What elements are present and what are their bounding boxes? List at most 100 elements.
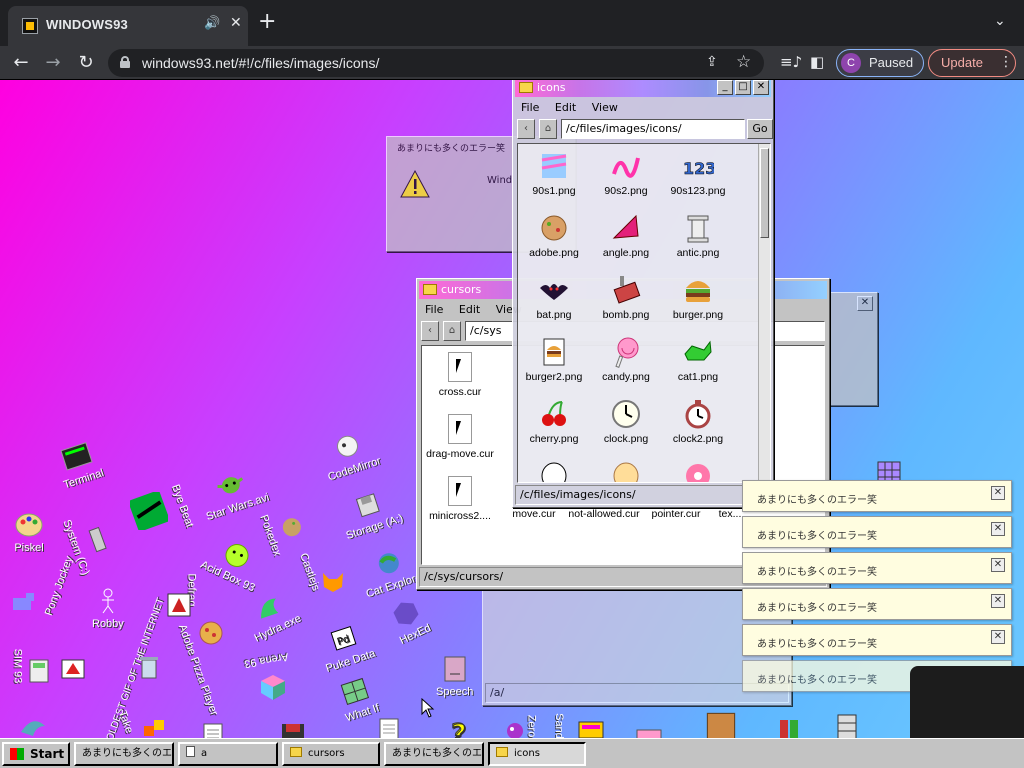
desktop-icon-recycle[interactable] <box>134 652 164 684</box>
file-item[interactable]: antic.png <box>662 212 734 259</box>
desktop-icon-pony[interactable] <box>8 588 38 620</box>
desktop-icon-mario[interactable] <box>774 714 804 738</box>
desktop-icon-doom-box[interactable] <box>704 710 738 738</box>
url-text[interactable]: windows93.net/#!/c/files/images/icons/ <box>142 55 379 71</box>
desktop-icon-acid-box[interactable]: Acid Box 93 <box>198 530 270 594</box>
file-item[interactable]: pointer.cur <box>640 508 712 520</box>
file-item[interactable] <box>678 458 718 482</box>
audio-playing-icon[interactable]: 🔊 <box>204 16 220 31</box>
taskbar-item-error-2[interactable]: あまりにも多くのエ... <box>384 742 484 766</box>
menu-file[interactable]: File <box>521 99 539 117</box>
close-icon[interactable]: ✕ <box>991 558 1005 572</box>
close-icon[interactable]: ✕ <box>857 296 873 311</box>
desktop-icon-floppy-red[interactable] <box>278 720 308 738</box>
file-item[interactable]: 90s1.png <box>518 150 590 197</box>
desktop-icon-storage-a[interactable]: Storage (A:) <box>335 482 405 542</box>
file-item[interactable]: adobe.png <box>518 212 590 259</box>
bookmark-star-icon[interactable]: ☆ <box>736 52 751 72</box>
error-toast[interactable]: あまりにも多くのエラー笑 ✕ <box>742 624 1012 656</box>
error-toast[interactable]: あまりにも多くのエラー笑 ✕ <box>742 516 1012 548</box>
desktop-icon-notepad[interactable] <box>198 720 228 738</box>
taskbar-item-cursors[interactable]: cursors <box>282 742 380 766</box>
desktop-icon-piskel[interactable]: Piskel <box>14 510 44 554</box>
icons-path-input[interactable]: /c/files/images/icons/ <box>561 119 745 139</box>
icons-titlebar[interactable]: icons _ □ ✕ <box>515 80 771 97</box>
file-item[interactable]: candy.png <box>590 336 662 383</box>
error-toast[interactable]: あまりにも多くのエラー笑 ✕ <box>742 480 1012 512</box>
file-item[interactable]: not-allowed.cur <box>568 508 640 520</box>
taskbar-item-error[interactable]: あまりにも多くのエ... <box>74 742 174 766</box>
file-item[interactable]: cross.cur <box>424 352 496 398</box>
desktop-icon-red-app[interactable] <box>58 654 88 686</box>
reload-icon[interactable]: ↻ <box>73 50 99 76</box>
desktop-icon-terminal[interactable]: Terminal <box>52 437 105 491</box>
desktop-icon-colorful[interactable] <box>576 714 606 738</box>
file-item[interactable]: cat1.png <box>662 336 734 383</box>
desktop-icon-robby[interactable]: Robby <box>92 586 124 630</box>
back-arrow-icon[interactable]: ← <box>8 50 34 76</box>
desktop-icon-dolphin[interactable] <box>18 712 48 738</box>
file-item[interactable]: 90s2.png <box>590 150 662 197</box>
file-item[interactable]: burger.png <box>662 274 734 321</box>
menu-edit[interactable]: Edit <box>459 301 480 319</box>
desktop-icon-help[interactable]: ? <box>444 716 474 739</box>
update-button[interactable]: Update ⋮ <box>928 49 1016 77</box>
menu-file[interactable]: File <box>425 301 443 319</box>
error-toast[interactable]: あまりにも多くのエラー笑 ✕ <box>742 588 1012 620</box>
desktop-icon-cube[interactable] <box>258 672 288 704</box>
taskbar-item-a[interactable]: a <box>178 742 278 766</box>
desktop-icon-eraser[interactable] <box>634 720 664 738</box>
lock-icon[interactable] <box>120 56 130 68</box>
file-item[interactable]: drag-move.cur <box>424 414 496 460</box>
desktop-icon-bye-beat[interactable] <box>130 492 168 532</box>
profile-button[interactable]: C Paused <box>836 49 924 77</box>
file-item[interactable] <box>606 458 646 482</box>
desktop-icon-codemirror[interactable]: CodeMirror <box>317 425 382 483</box>
desktop-icon-bye-beat-label[interactable]: Bye Beat <box>169 483 196 529</box>
file-item[interactable]: burger2.png <box>518 336 590 383</box>
start-button[interactable]: Start <box>2 742 70 766</box>
desktop-icon-document[interactable] <box>374 716 404 738</box>
file-item[interactable]: minicross2.... <box>424 476 496 522</box>
desktop-icon-star-wars[interactable]: Star Wars.avi <box>195 461 271 523</box>
desktop-icon-puke-data[interactable]: Pd Puke Data <box>314 617 377 675</box>
desktop-icon-hexed[interactable]: HexEd <box>384 593 433 647</box>
desktop-icon-speech[interactable]: Speech <box>436 654 473 698</box>
menu-view[interactable]: View <box>592 99 618 117</box>
desktop-icon-sim-93[interactable]: SIM 93 <box>11 649 23 684</box>
share-icon[interactable]: ⇪ <box>706 54 718 70</box>
desktop-icon-disk-stack[interactable] <box>832 712 862 738</box>
file-item[interactable]: clock.png <box>590 398 662 445</box>
icons-window[interactable]: icons _ □ ✕ File Edit View ‹ ⌂ /c/files/… <box>512 80 774 508</box>
taskbar-item-icons[interactable]: icons <box>488 742 586 766</box>
minimize-icon[interactable]: _ <box>717 80 733 95</box>
file-item[interactable]: cherry.png <box>518 398 590 445</box>
tab-search-chevron-icon[interactable]: ⌄ <box>994 13 1006 29</box>
close-icon[interactable]: ✕ <box>991 522 1005 536</box>
file-item[interactable]: move.cur <box>498 508 570 520</box>
desktop-icon-pony-jockey[interactable]: Pony Jockey <box>43 555 76 618</box>
back-icon[interactable]: ‹ <box>421 321 439 341</box>
maximize-icon[interactable]: □ <box>735 80 751 95</box>
desktop-icon-calculator[interactable] <box>24 656 54 688</box>
close-tab-icon[interactable]: ✕ <box>230 15 242 31</box>
desktop-icon-fox[interactable] <box>318 565 348 597</box>
file-item[interactable] <box>534 458 574 482</box>
desktop-icon-pokedex[interactable]: Pokedex <box>257 502 313 558</box>
scrollbar-thumb[interactable] <box>760 148 769 238</box>
desktop-icon-pizza[interactable] <box>196 618 226 650</box>
file-item[interactable]: 123 90s123.png <box>662 150 734 197</box>
media-queue-icon[interactable]: ≡♪ <box>780 53 802 71</box>
close-icon[interactable]: ✕ <box>753 80 769 95</box>
file-item[interactable]: bomb.png <box>590 274 662 321</box>
scrollbar[interactable] <box>758 144 770 482</box>
close-icon[interactable]: ✕ <box>991 594 1005 608</box>
go-button[interactable]: Go <box>747 119 773 139</box>
file-item[interactable]: bat.png <box>518 274 590 321</box>
browser-tab[interactable]: WINDOWS93 🔊 ✕ <box>8 6 248 46</box>
home-icon[interactable]: ⌂ <box>443 321 461 341</box>
close-icon[interactable]: ✕ <box>991 486 1005 500</box>
new-tab-button[interactable]: + <box>258 11 276 33</box>
home-icon[interactable]: ⌂ <box>539 119 557 139</box>
side-panel-icon[interactable]: ◧ <box>810 53 824 71</box>
